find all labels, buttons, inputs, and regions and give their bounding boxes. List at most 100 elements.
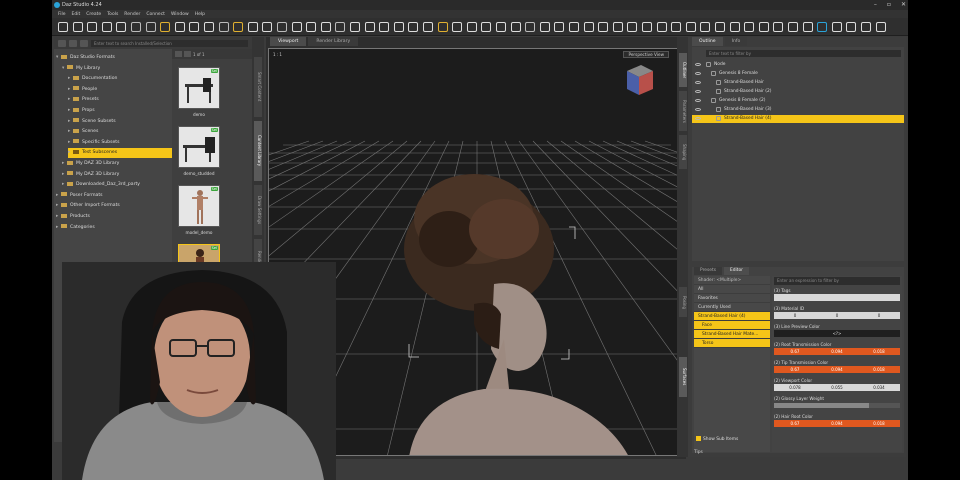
toolbar-tool-icon[interactable] [423, 22, 433, 32]
property-value[interactable]: 0.67 [774, 420, 816, 427]
toolbar-tool-icon[interactable] [744, 22, 755, 32]
menu-render[interactable]: Render [124, 12, 140, 17]
library-tree-item[interactable]: ▸ My DAZ 3D Library [62, 170, 172, 180]
visibility-eye-icon[interactable] [695, 117, 701, 120]
library-tree-item[interactable]: ▸ Specific Subsets [68, 138, 172, 148]
library-tree-item[interactable]: ▸ Documentation [68, 74, 172, 84]
toolbar-tool-icon[interactable] [481, 22, 492, 32]
back-button[interactable] [58, 39, 66, 47]
toolbar-tool-icon[interactable] [466, 22, 477, 32]
close-icon[interactable]: ✕ [901, 1, 906, 8]
toolbar-tool-icon[interactable] [831, 22, 842, 32]
toolbar-tool-icon[interactable] [379, 22, 390, 32]
toolbar-tool-icon[interactable] [204, 22, 214, 32]
surface-list-item[interactable]: Torso [694, 339, 770, 348]
menu-file[interactable]: File [58, 12, 66, 17]
property-values[interactable]: 0.67 0.094 0.018 [774, 348, 900, 355]
property-value[interactable]: 0.034 [858, 384, 900, 391]
property-value[interactable] [774, 294, 900, 301]
tab-shaping[interactable]: Shaping [679, 135, 687, 169]
tab-draw-settings[interactable]: Draw Settings [254, 185, 262, 235]
toolbar-tool-icon[interactable] [539, 22, 550, 32]
view-selector-dropdown[interactable]: Perspective View [623, 51, 669, 58]
surface-property[interactable]: (2) Hair Root Color 0.67 0.094 0.018 [772, 412, 902, 430]
library-tree-item[interactable]: ▸ Poser Formats [56, 191, 172, 201]
toolbar-tool-icon[interactable] [408, 22, 419, 32]
toolbar-tool-icon[interactable] [715, 22, 725, 32]
toolbar-tool-icon[interactable] [569, 22, 579, 32]
toolbar-tool-icon[interactable] [393, 22, 404, 32]
toolbar-tool-icon[interactable] [817, 22, 828, 32]
property-values[interactable] [774, 294, 900, 301]
tab-presets[interactable]: Presets [694, 267, 722, 275]
surface-list-item[interactable]: All [694, 285, 770, 294]
toolbar-tool-icon[interactable] [174, 22, 185, 32]
toolbar-tool-icon[interactable] [306, 22, 317, 32]
toolbar-tool-icon[interactable] [685, 22, 696, 32]
library-tree-item[interactable]: ▸ Test Subscenes [68, 148, 172, 159]
toolbar-tool-icon[interactable] [233, 22, 244, 32]
outline-row[interactable]: Strand-Based Hair (2) [692, 88, 904, 96]
toolbar-tool-icon[interactable] [437, 22, 448, 32]
library-tree-item[interactable]: ▸ People [68, 85, 172, 95]
property-values[interactable]: <?> [774, 330, 900, 337]
library-tree-item[interactable]: ▸ Scene Subsets [68, 117, 172, 127]
library-tree-item[interactable]: ▾ My Library [62, 64, 172, 74]
tab-content-library[interactable]: Content Library [254, 121, 262, 181]
toolbar-tool-icon[interactable] [627, 22, 638, 32]
surface-property[interactable]: (3) Tags [772, 286, 902, 304]
toolbar-tool-icon[interactable] [58, 22, 68, 32]
menu-tools[interactable]: Tools [107, 12, 118, 17]
toolbar-tool-icon[interactable] [846, 22, 857, 32]
toolbar-tool-icon[interactable] [277, 22, 287, 32]
toolbar-tool-icon[interactable] [262, 22, 273, 32]
toolbar-tool-icon[interactable] [218, 22, 229, 32]
tab-surfaces[interactable]: Surfaces [679, 357, 687, 397]
library-tree-item[interactable]: ▸ Props [68, 106, 172, 116]
home-button[interactable] [80, 39, 88, 47]
tab-render-library[interactable]: Render Library [308, 37, 359, 46]
library-tree-item[interactable]: ▾ Daz Studio Formats [56, 53, 172, 63]
visibility-eye-icon[interactable] [695, 90, 701, 93]
toolbar-tool-icon[interactable] [291, 22, 302, 32]
visibility-eye-icon[interactable] [695, 72, 701, 75]
menu-window[interactable]: Window [171, 12, 189, 17]
property-value[interactable]: 0.018 [858, 420, 900, 427]
surface-list-item[interactable]: Strand-Based Hair (4) [694, 312, 770, 321]
menu-edit[interactable]: Edit [72, 12, 81, 17]
library-tree-item[interactable]: ▸ Presets [68, 95, 172, 105]
library-tree-item[interactable]: ▸ Scenes [68, 127, 172, 137]
library-search-input[interactable]: Enter text to search Installed/Selection [91, 39, 248, 47]
property-value[interactable]: <?> [774, 330, 900, 337]
outline-row[interactable]: Strand-Based Hair (4) [692, 115, 904, 123]
toolbar-tool-icon[interactable] [758, 22, 769, 32]
menu-help[interactable]: Help [195, 12, 205, 17]
tab-viewport[interactable]: Viewport [270, 37, 307, 46]
surface-property[interactable]: (2) Viewport Color 0.078 0.055 0.034 [772, 376, 902, 394]
library-tree-item[interactable]: ▸ My DAZ 3D Library [62, 159, 172, 169]
property-value[interactable]: 0 [774, 312, 816, 319]
tab-info[interactable]: Info [724, 37, 748, 46]
surface-property[interactable]: (3) Line Preview Color <?> [772, 322, 902, 340]
toolbar-tool-icon[interactable] [160, 22, 171, 32]
property-value[interactable]: 0.094 [816, 366, 858, 373]
toolbar-tool-icon[interactable] [87, 22, 98, 32]
property-slider[interactable] [774, 403, 900, 408]
tab-outliner[interactable]: Outliner [679, 53, 687, 87]
toolbar-tool-icon[interactable] [72, 22, 83, 32]
toolbar-tool-icon[interactable] [583, 22, 594, 32]
outline-row[interactable]: Genesis 8 Female [692, 70, 904, 78]
toolbar-tool-icon[interactable] [350, 22, 360, 32]
toolbar-tool-icon[interactable] [320, 22, 331, 32]
outline-row[interactable]: Strand-Based Hair [692, 79, 904, 87]
toolbar-tool-icon[interactable] [116, 22, 127, 32]
show-sub-items-checkbox[interactable]: Show Sub Items [696, 436, 738, 442]
property-value[interactable]: 0.094 [816, 420, 858, 427]
outline-row[interactable]: Node [692, 61, 904, 69]
tab-smart-content[interactable]: Smart Content [254, 57, 262, 117]
toolbar-tool-icon[interactable] [700, 22, 711, 32]
library-tree-item[interactable]: ▸ Categories [56, 223, 172, 233]
toolbar-tool-icon[interactable] [189, 22, 200, 32]
library-tree-item[interactable]: ▸ Other Import Formats [56, 201, 172, 211]
thumbnail-demo[interactable]: Sel [178, 67, 220, 109]
